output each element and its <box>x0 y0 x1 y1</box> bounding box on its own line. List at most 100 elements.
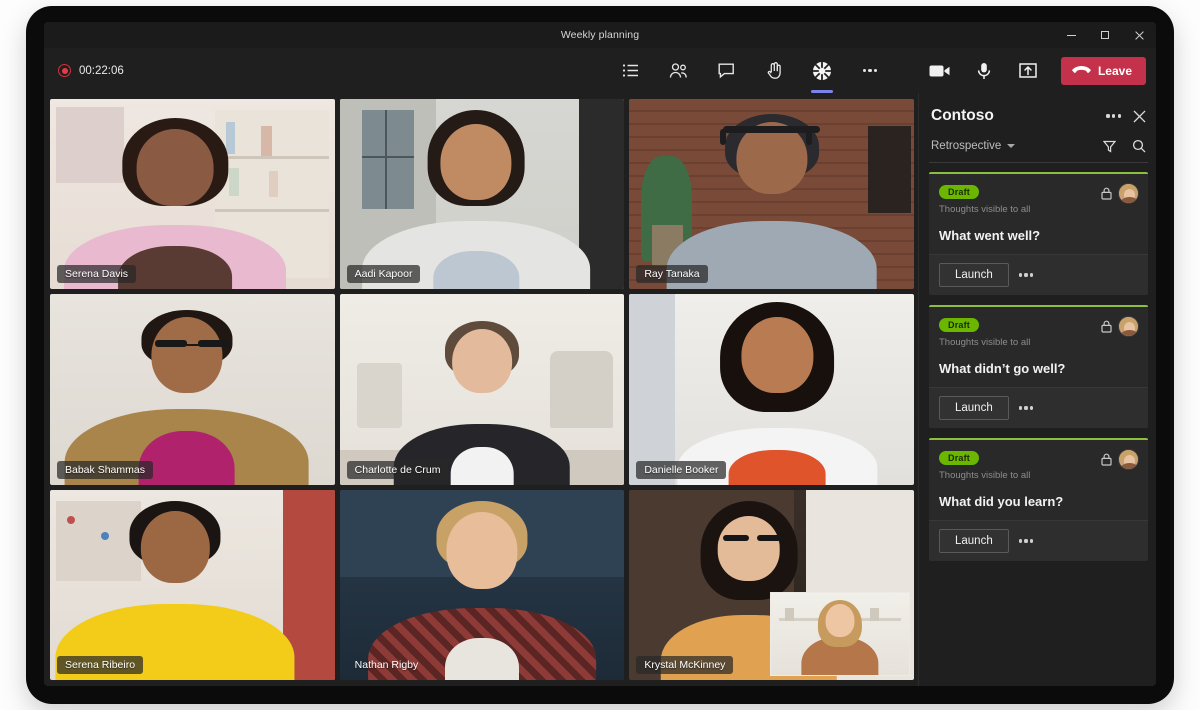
more-icon <box>862 68 878 73</box>
video-feed <box>339 294 625 485</box>
close-button[interactable] <box>1122 22 1156 48</box>
toolbar-right-actions: Leave <box>923 54 1146 88</box>
card-meta <box>1101 183 1139 204</box>
participant-name: Ray Tanaka <box>636 265 708 284</box>
participant-name: Aadi Kapoor <box>346 265 421 284</box>
video-tile[interactable]: Serena Ribeiro <box>50 489 335 680</box>
video-feed <box>339 489 625 680</box>
video-feed <box>50 99 335 290</box>
retrospective-card-list: Draft Thoughts visible to all What went … <box>929 163 1148 561</box>
participant-name: Danielle Booker <box>636 460 727 479</box>
video-tile[interactable]: Ray Tanaka <box>629 99 914 290</box>
participant-name: Krystal McKinney <box>636 655 734 674</box>
title-bar: Weekly planning <box>44 22 1156 48</box>
people-icon <box>669 62 688 79</box>
launch-button[interactable]: Launch <box>939 263 1009 287</box>
lock-icon <box>1101 320 1112 333</box>
maximize-button[interactable] <box>1088 22 1122 48</box>
video-feed <box>629 99 914 290</box>
video-feed <box>50 294 335 485</box>
retrospective-card[interactable]: Draft Thoughts visible to all What didn’… <box>929 305 1148 428</box>
participant-name: Charlotte de Crum <box>346 460 449 479</box>
card-footer: Launch <box>929 520 1148 561</box>
microphone-button[interactable] <box>967 54 1001 88</box>
status-badge: Draft <box>939 451 980 465</box>
video-tile[interactable]: Serena Davis <box>50 99 335 290</box>
video-tile[interactable]: Nathan Rigby <box>339 489 625 680</box>
card-footer: Launch <box>929 254 1148 295</box>
microphone-icon <box>977 62 991 80</box>
card-more-icon[interactable] <box>1018 539 1034 543</box>
video-tile[interactable]: Krystal McKinney <box>629 489 914 680</box>
status-badge: Draft <box>939 185 980 199</box>
window-controls <box>1054 22 1156 48</box>
participant-name: Nathan Rigby <box>354 658 419 671</box>
launch-button[interactable]: Launch <box>939 529 1009 553</box>
minimize-icon <box>1066 34 1076 36</box>
card-meta <box>1101 316 1139 337</box>
app-side-panel: Contoso Retrospective Draft Thoughts vis… <box>918 93 1156 686</box>
camera-icon <box>929 64 951 78</box>
minimize-button[interactable] <box>1054 22 1088 48</box>
video-tile[interactable]: Aadi Kapoor <box>339 99 625 290</box>
video-feed <box>629 489 914 680</box>
video-tile[interactable]: Charlotte de Crum <box>339 294 625 485</box>
panel-header: Contoso <box>929 93 1148 131</box>
chevron-down-icon <box>1007 144 1016 148</box>
panel-subheader-actions <box>1103 139 1146 153</box>
apps-icon <box>812 61 832 81</box>
hangup-icon <box>1071 65 1091 76</box>
avatar <box>1118 183 1139 204</box>
card-header: Draft Thoughts visible to all What did y… <box>929 440 1148 520</box>
card-title: What went well? <box>939 228 1041 243</box>
card-title: What didn’t go well? <box>939 361 1066 376</box>
maximize-icon <box>1101 31 1109 39</box>
agenda-icon <box>622 63 639 78</box>
card-footer: Launch <box>929 387 1148 428</box>
retrospective-card[interactable]: Draft Thoughts visible to all What did y… <box>929 438 1148 561</box>
view-select[interactable]: Retrospective <box>931 140 1016 152</box>
card-more-icon[interactable] <box>1018 406 1034 410</box>
video-tile[interactable]: Babak Shammas <box>50 294 335 485</box>
panel-more-icon[interactable] <box>1106 114 1121 118</box>
video-tile[interactable]: Danielle Booker <box>629 294 914 485</box>
meeting-title: Weekly planning <box>560 29 640 41</box>
leave-label: Leave <box>1097 63 1132 78</box>
card-visibility: Thoughts visible to all <box>939 470 1031 481</box>
retrospective-card[interactable]: Draft Thoughts visible to all What went … <box>929 172 1148 295</box>
panel-title: Contoso <box>931 107 994 124</box>
launch-button[interactable]: Launch <box>939 396 1009 420</box>
meeting-body: Serena Davis Aadi Kapoor Ray Tanaka Baba… <box>44 93 1156 686</box>
card-title: What did you learn? <box>939 494 1064 509</box>
share-content-button[interactable] <box>1011 54 1045 88</box>
close-icon <box>1134 30 1144 40</box>
video-feed <box>629 294 914 485</box>
apps-button[interactable] <box>805 54 839 93</box>
card-visibility: Thoughts visible to all <box>939 337 1031 348</box>
chat-button[interactable] <box>709 54 743 88</box>
leave-button[interactable]: Leave <box>1060 56 1146 85</box>
panel-close-icon[interactable] <box>1133 110 1146 123</box>
video-grid: Serena Davis Aadi Kapoor Ray Tanaka Baba… <box>44 93 918 686</box>
teams-meeting-window: Weekly planning 00:22:06 Leave Serena Da… <box>44 22 1156 686</box>
camera-button[interactable] <box>923 54 957 88</box>
card-more-icon[interactable] <box>1018 273 1034 277</box>
raise-hand-icon <box>767 62 782 79</box>
page-root: Weekly planning 00:22:06 Leave Serena Da… <box>0 0 1200 710</box>
card-header: Draft Thoughts visible to all What didn’… <box>929 307 1148 387</box>
panel-subheader: Retrospective <box>929 131 1148 163</box>
search-icon[interactable] <box>1132 139 1146 153</box>
more-actions-button[interactable] <box>853 54 887 88</box>
participant-name: Babak Shammas <box>57 460 153 479</box>
device-bezel: Weekly planning 00:22:06 Leave Serena Da… <box>26 6 1174 704</box>
people-button[interactable] <box>661 54 695 88</box>
lock-icon <box>1101 453 1112 466</box>
view-select-label: Retrospective <box>931 140 1002 152</box>
status-badge: Draft <box>939 318 980 332</box>
raise-hand-button[interactable] <box>757 54 791 88</box>
agenda-button[interactable] <box>613 54 647 88</box>
filter-icon[interactable] <box>1103 140 1116 153</box>
self-view-pip[interactable] <box>769 591 910 676</box>
avatar <box>1118 449 1139 470</box>
avatar <box>1118 316 1139 337</box>
